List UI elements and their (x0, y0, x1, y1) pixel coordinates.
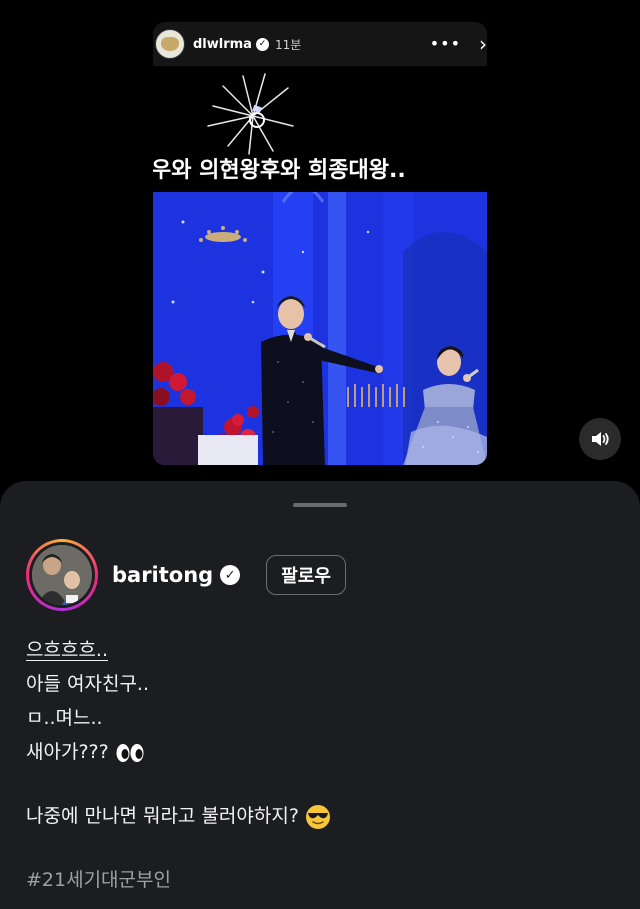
follow-button[interactable]: 팔로우 (266, 555, 346, 595)
story-caption: 우와 의현왕후와 희종대왕.. (153, 158, 406, 183)
story-avatar[interactable] (155, 29, 185, 59)
sunglasses-emoji-icon (305, 804, 330, 829)
sheet-drag-handle[interactable] (293, 503, 347, 507)
verified-icon: ✓ (255, 37, 269, 51)
more-icon[interactable]: ••• (430, 34, 461, 53)
story-username[interactable]: dlwlrma (193, 37, 252, 52)
avatar[interactable] (32, 545, 92, 605)
story-text-area: 우와 의현왕후와 희종대왕.. (153, 66, 487, 192)
story-ring[interactable] (26, 539, 98, 611)
post-caption: 으흐흐흐.. 아들 여자친구.. ㅁ..며느.. 새아가??? 나중에 만나면 … (26, 633, 331, 897)
caption-line-1: 으흐흐흐.. (26, 639, 108, 661)
eyes-emoji-icon (116, 743, 144, 762)
story-card[interactable]: dlwlrma ✓ 11분 ••• › 우와 의현왕후와 희종대왕.. (153, 22, 487, 465)
caption-line-2: 아들 여자친구.. (26, 673, 149, 695)
speaker-icon (592, 432, 609, 446)
sound-button[interactable] (579, 418, 621, 460)
close-icon[interactable]: › (479, 32, 487, 56)
sparkle-burst-icon (207, 73, 294, 155)
comment-sheet: baritong ✓ 팔로우 으흐흐흐.. 아들 여자친구.. ㅁ..며느.. … (0, 481, 640, 909)
stage-photo (153, 192, 487, 465)
post-username[interactable]: baritong (112, 563, 213, 587)
caption-line-5: 나중에 만나면 뭐라고 불러야하지? (26, 799, 331, 833)
caption-line-4: 새아가??? (26, 735, 331, 769)
caption-line-3: ㅁ..며느.. (26, 707, 103, 729)
verified-icon: ✓ (220, 565, 241, 585)
story-header: dlwlrma ✓ 11분 ••• › (153, 22, 487, 66)
post-author-row: baritong ✓ 팔로우 (26, 539, 346, 611)
hashtag-link[interactable]: #21세기대군부인 (26, 863, 331, 897)
story-time: 11분 (274, 37, 302, 52)
